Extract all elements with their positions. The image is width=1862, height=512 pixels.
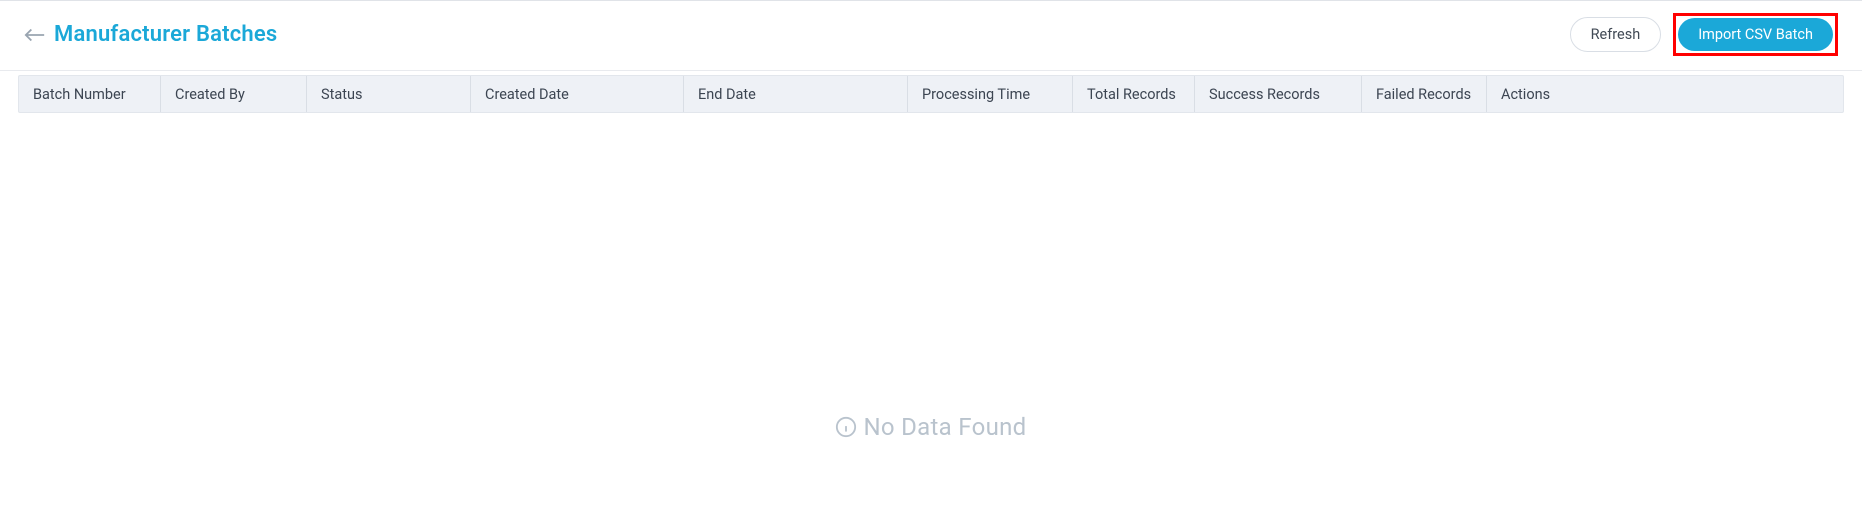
empty-state-text: No Data Found bbox=[863, 413, 1026, 441]
table-header-row: Batch Number Created By Status Created D… bbox=[18, 75, 1844, 113]
table-area: Batch Number Created By Status Created D… bbox=[0, 75, 1862, 441]
action-group: Refresh Import CSV Batch bbox=[1570, 13, 1838, 56]
header-bar: Manufacturer Batches Refresh Import CSV … bbox=[0, 1, 1862, 71]
col-total-records[interactable]: Total Records bbox=[1073, 76, 1195, 112]
col-created-by[interactable]: Created By bbox=[161, 76, 307, 112]
col-failed-records[interactable]: Failed Records bbox=[1362, 76, 1487, 112]
back-arrow-icon[interactable] bbox=[24, 26, 46, 44]
col-actions[interactable]: Actions bbox=[1487, 76, 1843, 112]
col-batch-number[interactable]: Batch Number bbox=[19, 76, 161, 112]
info-icon bbox=[835, 416, 857, 438]
col-created-date[interactable]: Created Date bbox=[471, 76, 684, 112]
col-processing-time[interactable]: Processing Time bbox=[908, 76, 1073, 112]
import-highlight-box: Import CSV Batch bbox=[1673, 13, 1838, 56]
col-status[interactable]: Status bbox=[307, 76, 471, 112]
title-group: Manufacturer Batches bbox=[24, 22, 277, 47]
refresh-button[interactable]: Refresh bbox=[1570, 17, 1662, 52]
import-csv-batch-button[interactable]: Import CSV Batch bbox=[1678, 18, 1833, 51]
col-end-date[interactable]: End Date bbox=[684, 76, 908, 112]
page-container: Manufacturer Batches Refresh Import CSV … bbox=[0, 0, 1862, 512]
col-success-records[interactable]: Success Records bbox=[1195, 76, 1362, 112]
empty-state: No Data Found bbox=[18, 413, 1844, 441]
page-title: Manufacturer Batches bbox=[54, 22, 277, 47]
